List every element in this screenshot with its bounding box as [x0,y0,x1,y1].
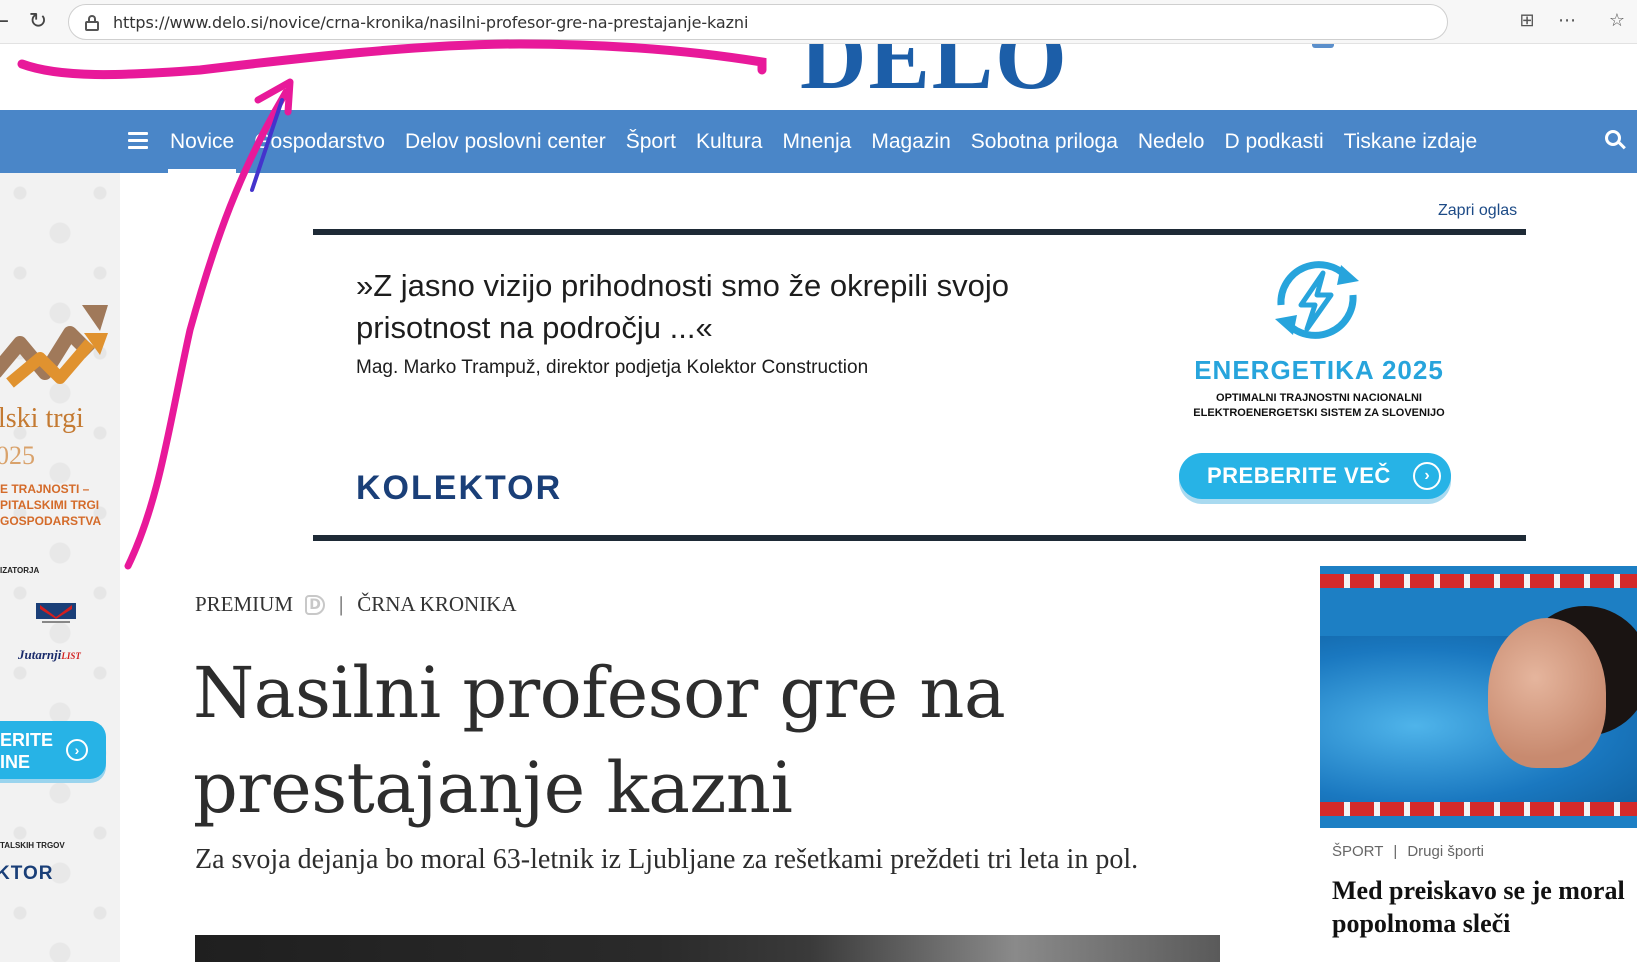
reload-icon[interactable]: ↻ [24,8,52,36]
nav-item-delov-poslovni-center[interactable]: Delov poslovni center [395,110,616,173]
back-arrow-icon[interactable]: ← [0,8,14,36]
main-navigation: Novice Gospodarstvo Delov poslovni cente… [0,110,1637,173]
related-section-link[interactable]: ŠPORT [1332,843,1383,860]
article-lead: Za svoja dejanja bo moral 63-letnik iz L… [195,844,1139,875]
nav-item-sobotna-priloga[interactable]: Sobotna priloga [961,110,1128,173]
hanza-media-logo [36,603,76,623]
premium-label: PREMIUM [195,592,294,616]
jutarnji-list-logo: JutarnjiLIST [18,647,81,663]
side-ad-subtitle-line: PITALSKIMI TRGI [0,498,100,512]
banner-quote: »Z jasno vizijo prihodnosti smo že okrep… [356,268,1010,345]
side-ad-cta-button[interactable]: ERITE INE › [0,721,106,779]
article-kicker: PREMIUM D | ČRNA KRONIKA [195,592,517,617]
side-ad-subtitle-line: GOSPODARSTVA [0,514,102,528]
nav-items: Novice Gospodarstvo Delov poslovni cente… [160,110,1487,173]
nav-item-gospodarstvo[interactable]: Gospodarstvo [244,110,395,173]
nav-item-d-podkasti[interactable]: D podkasti [1214,110,1333,173]
energy-event-subtitle: OPTIMALNI TRAJNOSTNI NACIONALNI ELEKTROE… [1159,391,1479,421]
related-separator: | [1393,843,1398,860]
lock-icon [85,15,99,31]
jutarnji-logo-text: Jutarnji [18,647,62,662]
nav-item-mnenja[interactable]: Mnenja [772,110,861,173]
premium-d-icon: D [305,594,326,615]
growth-arrow-icon [0,305,108,388]
nav-item-kultura[interactable]: Kultura [686,110,773,173]
delo-logo[interactable]: DELO [800,44,1069,110]
chevron-right-icon: › [1413,462,1441,490]
side-ad-cta-line: ERITE [0,730,54,750]
lane-rope [1320,574,1637,588]
banner-advertisement[interactable]: »Z jasno vizijo prihodnosti smo že okrep… [313,229,1526,541]
nav-item-tiskane-izdaje[interactable]: Tiskane izdaje [1334,110,1487,173]
related-article-image[interactable] [1320,566,1637,828]
nav-item-magazin[interactable]: Magazin [861,110,960,173]
related-article-meta: ŠPORT | Drugi športi [1332,843,1484,860]
side-ad-subtitle-line: E TRAJNOSTI – [0,482,90,496]
more-options-icon[interactable]: ⋯ [1556,10,1578,32]
side-ad-brand: KTOR [0,863,54,884]
browser-toolbar: ← ↻ https://www.delo.si/novice/crna-kron… [0,0,1637,44]
search-icon[interactable] [1605,130,1627,152]
side-ad-title: lski trgi [0,403,84,434]
nav-item-novice[interactable]: Novice [160,110,244,173]
energy-event-subtitle-line: OPTIMALNI TRAJNOSTNI NACIONALNI [1216,392,1422,404]
side-ad-year: 025 [0,441,35,470]
close-ad-link[interactable]: Zapri oglas [1438,202,1517,220]
article-headline: Nasilni profesor gre na prestajanje kazn… [193,652,1006,829]
header-account-icon[interactable] [1312,44,1334,48]
hamburger-menu-icon[interactable] [128,132,148,150]
related-title-line: Med preiskavo se je moral [1332,876,1625,905]
kicker-separator: | [339,592,344,616]
bookmark-star-icon[interactable]: ☆ [1606,10,1628,32]
nav-item-nedelo[interactable]: Nedelo [1128,110,1215,173]
nav-item-sport[interactable]: Šport [616,110,686,173]
side-ad-partner-label: TALSKIH TRGOV [0,841,65,850]
energy-event-title: ENERGETIKA 2025 [1194,355,1444,385]
banner-author: Mag. Marko Trampuž, direktor podjetja Ko… [356,357,869,378]
site-header: DELO [0,44,1637,110]
related-article-title[interactable]: Med preiskavo se je moral popolnoma sleč… [1332,874,1637,940]
split-screen-icon[interactable]: ⊞ [1516,10,1538,32]
jutarnji-logo-suffix: LIST [61,651,81,661]
energy-bolt-icon [1275,261,1359,339]
chevron-right-icon: › [66,739,88,761]
lane-rope [1320,802,1637,816]
kolektor-logo: KOLEKTOR [356,469,563,507]
side-ad-subtitle: E TRAJNOSTI – PITALSKIMI TRGI GOSPODARST… [0,481,120,529]
side-ad-organizers-label: IZATORJA [0,566,40,575]
url-text[interactable]: https://www.delo.si/novice/crna-kronika/… [113,13,748,32]
swimmer-face [1488,618,1606,768]
energy-event-subtitle-line: ELEKTROENERGETSKI SISTEM ZA SLOVENIJO [1193,407,1445,419]
side-advertisement[interactable]: lski trgi 025 E TRAJNOSTI – PITALSKIMI T… [0,173,120,962]
article-main-image[interactable] [195,935,1220,962]
related-subsection-link[interactable]: Drugi športi [1407,843,1484,860]
read-more-button[interactable]: PREBERITE VEČ › [1179,453,1451,499]
related-title-line: popolnoma sleči [1332,909,1511,938]
side-ad-cta-label: ERITE INE [0,729,53,773]
address-bar[interactable]: https://www.delo.si/novice/crna-kronika/… [68,4,1448,40]
side-ad-cta-line: INE [0,752,31,772]
read-more-label: PREBERITE VEČ [1207,463,1391,488]
section-link[interactable]: ČRNA KRONIKA [357,592,516,617]
